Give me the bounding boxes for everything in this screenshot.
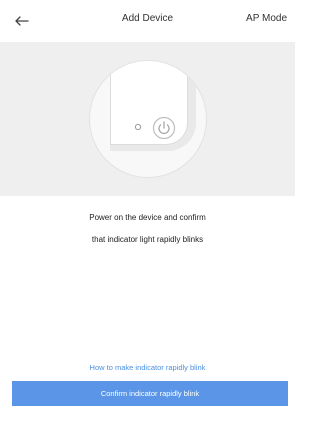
hero-illustration-area <box>0 42 295 196</box>
ap-mode-button[interactable]: AP Mode <box>246 13 287 24</box>
help-link[interactable]: How to make indicator rapidly blink <box>0 363 295 372</box>
device-body <box>110 61 188 145</box>
top-bar: Add Device AP Mode <box>0 0 295 42</box>
power-icon <box>152 116 176 140</box>
confirm-button[interactable]: Confirm indicator rapidly blink <box>12 381 288 406</box>
instruction-line-2: that indicator light rapidly blinks <box>91 235 204 244</box>
instruction-line-1: Power on the device and confirm <box>89 213 206 222</box>
device-illustration <box>89 60 207 178</box>
indicator-light-icon <box>134 123 142 131</box>
